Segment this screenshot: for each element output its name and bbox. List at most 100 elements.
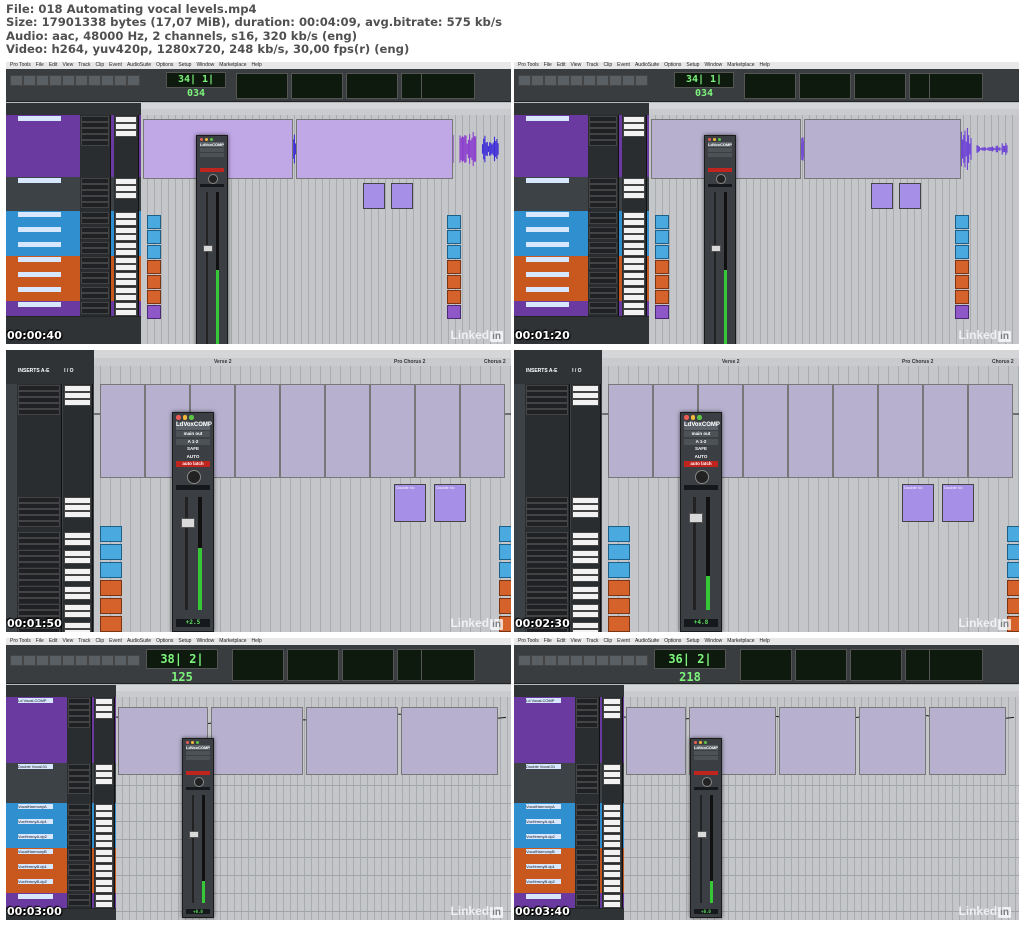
track-name[interactable] [18,257,62,262]
safe-button[interactable]: SAFE [684,446,718,452]
aux-send-clip[interactable] [100,526,122,542]
menu-item-window[interactable]: Window [196,638,214,644]
io-slot[interactable] [623,294,646,301]
audio-clip[interactable] [460,384,505,478]
audio-clip[interactable] [779,707,856,775]
insert-slot[interactable] [67,825,90,831]
io-slot[interactable] [603,764,621,771]
io-slot[interactable] [115,287,138,294]
aux-send-clip[interactable] [955,260,969,274]
track-row[interactable] [6,585,94,604]
marker-verse-2[interactable]: Verse 2 [722,358,740,366]
insert-slot[interactable] [575,870,598,876]
transport-button[interactable] [23,655,36,666]
io-slot[interactable] [572,532,600,539]
insert-slot[interactable] [525,409,568,415]
io-slot[interactable] [623,249,646,256]
track-name[interactable]: VocalHarmonyB [526,849,562,854]
aux-send-clip[interactable] [147,245,161,259]
transport-button[interactable] [101,75,114,86]
strip-name-label[interactable]: LdVoxCOMP [684,422,720,430]
marker-pro-chorus-2[interactable]: Pro Chorus 2 [902,358,933,366]
menu-item-marketplace[interactable]: Marketplace [727,62,754,68]
track-row[interactable]: VoxHrmnyA.dp2 [514,833,624,849]
menu-item-clip[interactable]: Clip [96,62,105,68]
track-row[interactable]: VoxHrmnyA.dp1 [6,818,116,834]
track-name[interactable]: Ld Vocal.COMP [526,698,562,703]
insert-slot[interactable] [67,840,90,846]
insert-slot[interactable] [81,140,109,146]
aux-send-clip[interactable] [147,260,161,274]
io-slot[interactable] [603,879,621,886]
aux-send-clip[interactable] [499,580,511,596]
minimize-window-icon[interactable] [699,741,702,744]
io-slot[interactable] [95,879,113,886]
audio-clip[interactable] [878,384,923,478]
io-slot[interactable] [623,123,646,130]
io-slot[interactable] [95,778,113,785]
edit-window-tracks[interactable] [116,697,511,920]
insert-slot[interactable] [81,233,109,239]
io-slot[interactable] [64,532,92,539]
menu-item-clip[interactable]: Clip [604,62,613,68]
minimize-window-icon[interactable] [690,415,695,420]
track-row[interactable] [6,531,94,550]
menu-item-window[interactable]: Window [196,62,214,68]
output-selector[interactable] [186,751,210,755]
track-row[interactable] [514,241,649,257]
io-slot[interactable] [64,550,92,557]
io-slot[interactable] [623,212,646,219]
volume-fader-track[interactable] [185,497,188,610]
pan-knob[interactable] [187,470,201,484]
io-slot[interactable] [623,264,646,271]
insert-slot[interactable] [81,263,109,269]
audio-clip[interactable] [296,119,453,179]
io-slot[interactable] [115,249,138,256]
transport-button[interactable] [596,655,609,666]
close-window-icon[interactable] [200,138,203,141]
audio-clip[interactable] [608,384,653,478]
io-slot[interactable] [603,811,621,818]
track-row[interactable]: VocalHarmonyB [6,848,116,864]
io-slot[interactable] [95,771,113,778]
insert-slot[interactable] [525,521,568,527]
io-slot[interactable] [115,302,138,309]
io-slot[interactable] [95,834,113,841]
track-name[interactable] [526,257,570,262]
track-name[interactable]: Double Vocal.01 [526,764,562,769]
track-row[interactable] [514,585,602,604]
io-slot[interactable] [572,629,600,632]
io-slot[interactable] [115,219,138,226]
bus-selector[interactable] [200,153,224,157]
double-vocal-clip[interactable] [871,183,893,209]
minimize-window-icon[interactable] [713,138,716,141]
transport-button[interactable] [23,75,36,86]
zoom-window-icon[interactable] [697,415,702,420]
aux-send-clip[interactable] [147,230,161,244]
insert-slot[interactable] [575,840,598,846]
transport-button[interactable] [544,75,557,86]
menu-item-setup[interactable]: Setup [178,62,191,68]
track-row[interactable] [6,286,141,302]
track-row[interactable]: VoxHrmnyB.dp1 [514,863,624,879]
track-row[interactable] [6,256,141,272]
aux-send-clip[interactable] [447,305,461,319]
insert-slot[interactable] [589,293,617,299]
aux-send-clip[interactable] [499,598,511,614]
menu-item-view[interactable]: View [62,638,73,644]
io-slot[interactable] [64,504,92,511]
transport-button[interactable] [583,655,596,666]
insert-slot[interactable] [81,202,109,208]
io-slot[interactable] [95,886,113,893]
track-name[interactable]: VoxHrmnyB.dp1 [526,864,562,869]
insert-slot[interactable] [589,140,617,146]
audio-clip[interactable] [833,384,878,478]
audio-clip[interactable] [211,707,303,775]
io-slot[interactable] [603,834,621,841]
io-slot[interactable] [572,399,600,406]
aux-send-clip[interactable] [955,290,969,304]
io-slot[interactable] [603,856,621,863]
menu-item-audiosuite[interactable]: AudioSuite [635,638,659,644]
aux-send-clip[interactable] [608,544,630,560]
track-name[interactable]: VoxHrmnyA.dp2 [526,834,562,839]
